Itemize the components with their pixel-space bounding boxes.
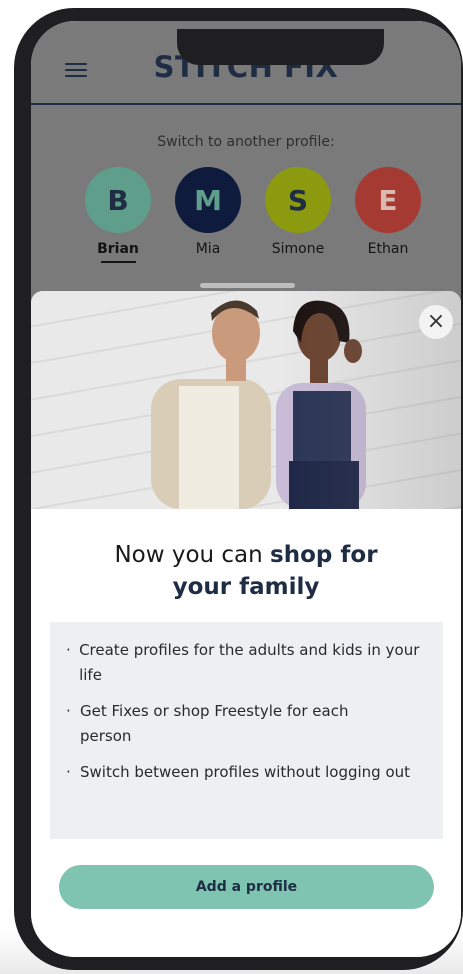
profile-simone[interactable]: S Simone: [258, 167, 338, 257]
sheet-title-regular: Now you can: [114, 542, 271, 568]
bullet-icon: ·: [66, 702, 71, 720]
close-icon: ×: [426, 309, 446, 334]
profile-ethan[interactable]: E Ethan: [348, 167, 428, 257]
sheet-title-bold-1: shop for: [270, 542, 378, 568]
profile-mia[interactable]: M Mia: [168, 167, 248, 257]
avatar: B: [85, 167, 151, 233]
profile-brian[interactable]: B Brian: [78, 167, 158, 263]
family-profiles-sheet: × Now you can shop for your family · Cre…: [31, 291, 461, 957]
avatar-initial: E: [378, 183, 398, 217]
benefit-text: Get Fixes or shop Freestyle for each per…: [80, 702, 349, 745]
profile-switcher: B Brian M Mia S Simone E Ethan: [78, 167, 421, 267]
benefit-text: Create profiles for the adults and kids …: [79, 641, 420, 684]
switch-profile-label: Switch to another profile:: [157, 134, 335, 150]
active-profile-underline: [100, 261, 136, 263]
list-item: · Get Fixes or shop Freestyle for each p…: [66, 699, 423, 749]
profile-name: Simone: [271, 241, 325, 257]
phone-notch: [177, 29, 384, 65]
phone-screen: STĪTCH FĪX Switch to another profile: B …: [31, 21, 461, 957]
add-profile-button[interactable]: Add a profile: [59, 865, 434, 909]
bullet-icon: ·: [66, 763, 71, 781]
bullet-icon: ·: [66, 641, 71, 659]
close-button[interactable]: ×: [419, 305, 453, 339]
profile-name: Brian: [97, 241, 139, 257]
list-item: · Create profiles for the adults and kid…: [66, 638, 423, 688]
avatar: E: [355, 167, 421, 233]
benefit-text: Switch between profiles without logging …: [80, 763, 411, 781]
sheet-drag-handle[interactable]: [200, 283, 295, 288]
profile-name: Ethan: [367, 241, 409, 257]
sheet-title-bold-2: your family: [172, 574, 320, 600]
list-item: · Switch between profiles without loggin…: [66, 760, 423, 785]
avatar-initial: S: [287, 183, 309, 217]
benefits-list: · Create profiles for the adults and kid…: [50, 622, 443, 839]
avatar-initial: B: [107, 183, 129, 217]
avatar: S: [265, 167, 331, 233]
sheet-title: Now you can shop for your family: [31, 539, 461, 603]
profile-name: Mia: [195, 241, 221, 257]
hero-photo: ×: [31, 291, 461, 509]
avatar: M: [175, 167, 241, 233]
avatar-initial: M: [194, 183, 222, 217]
